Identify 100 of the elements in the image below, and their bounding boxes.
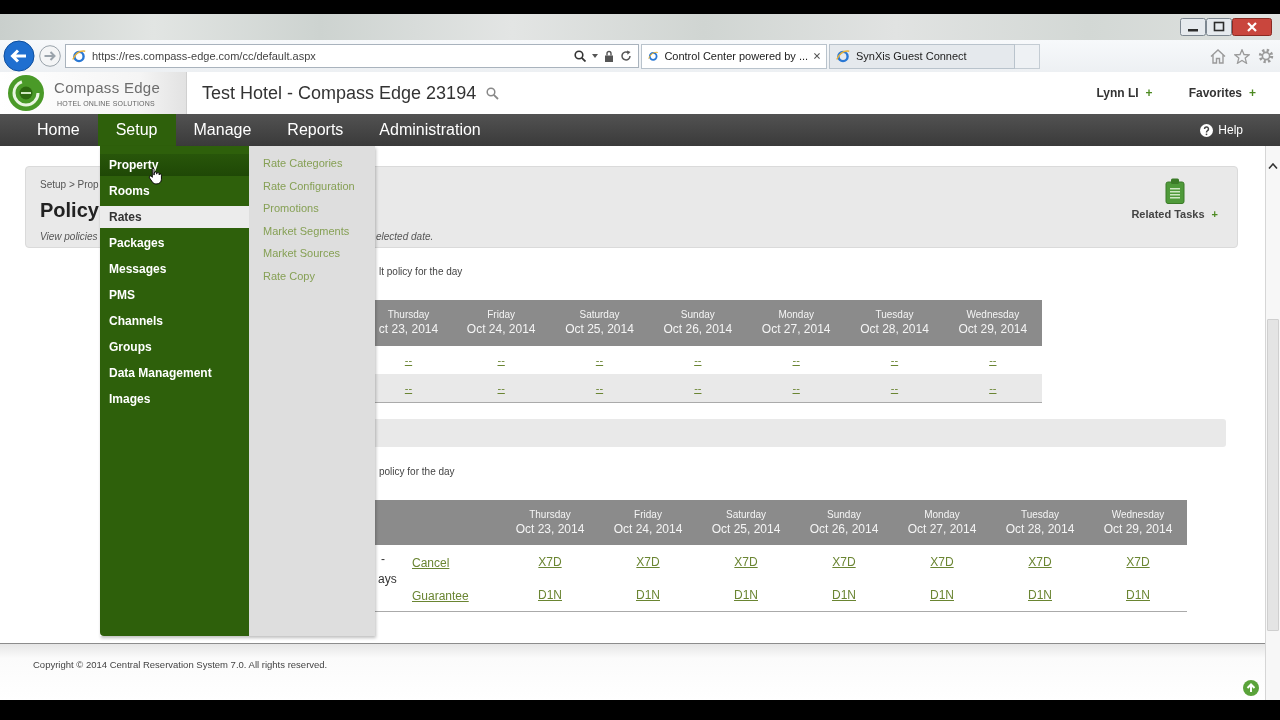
logo-text: Compass Edge xyxy=(54,78,161,96)
menu-item[interactable]: Messages xyxy=(100,258,249,280)
nav-tab[interactable]: Manage xyxy=(175,114,270,146)
browser-tab[interactable]: Control Center powered by ... xyxy=(641,43,827,69)
settings-icon[interactable] xyxy=(1258,48,1274,64)
table-link[interactable]: -- xyxy=(595,381,604,395)
policy-code-link[interactable]: X7D xyxy=(538,554,562,569)
cut-label-text: - xyxy=(381,551,386,568)
nav-tab[interactable]: Home xyxy=(19,114,98,146)
menu-item[interactable]: Rates xyxy=(100,206,249,228)
policy-type-link[interactable]: Cancel xyxy=(412,555,450,570)
day-label: Sunday xyxy=(680,309,715,321)
date-label: Oct 26, 2014 xyxy=(809,520,879,537)
search-icon[interactable] xyxy=(574,50,586,62)
policy-code-link[interactable]: X7D xyxy=(1028,554,1052,569)
related-tasks-button[interactable]: Related Tasks + xyxy=(1131,178,1218,247)
policy-code-link[interactable]: D1N xyxy=(930,587,954,602)
clipboard-icon xyxy=(1164,178,1185,204)
lock-icon xyxy=(604,50,614,62)
page-description: View policies xyxy=(40,230,99,245)
close-icon[interactable] xyxy=(814,52,820,60)
table-link[interactable]: -- xyxy=(404,381,413,395)
table-link[interactable]: -- xyxy=(989,381,997,395)
header-menu-link[interactable]: Lynn LI + xyxy=(1096,86,1153,100)
table-link[interactable]: -- xyxy=(497,381,505,395)
caret-icon[interactable] xyxy=(592,54,598,58)
up-arrow-icon[interactable] xyxy=(1243,680,1259,696)
home-icon[interactable] xyxy=(1210,48,1226,64)
menu-item[interactable]: Images xyxy=(100,388,249,410)
date-label: Oct 25, 2014 xyxy=(711,520,781,537)
breadcrumb: Setup > Prop xyxy=(40,178,100,192)
date-label: Oct 27, 2014 xyxy=(907,520,977,537)
menu-item[interactable]: Groups xyxy=(100,336,249,358)
menu-item[interactable]: Rooms xyxy=(100,180,249,202)
scroll-up-icon[interactable] xyxy=(1268,163,1278,169)
table-link[interactable]: -- xyxy=(792,381,800,395)
table-link[interactable]: -- xyxy=(792,353,800,367)
refresh-icon[interactable] xyxy=(620,50,632,62)
day-label: Thursday xyxy=(529,508,571,521)
menu-item[interactable]: Data Management xyxy=(100,362,249,384)
day-label: Monday xyxy=(778,309,814,321)
date-label: Oct 28, 2014 xyxy=(860,321,929,337)
day-label: Wednesday xyxy=(966,309,1020,321)
policy-code-link[interactable]: X7D xyxy=(636,554,660,569)
back-icon[interactable] xyxy=(3,40,35,72)
date-label: Oct 29, 2014 xyxy=(1103,520,1173,537)
day-label: Monday xyxy=(924,508,960,521)
policy-code-link[interactable]: D1N xyxy=(538,587,562,602)
policy-code-link[interactable]: X7D xyxy=(832,554,856,569)
policy-code-link[interactable]: D1N xyxy=(832,587,856,602)
menu-item[interactable]: Channels xyxy=(100,310,249,332)
date-label: Oct 29, 2014 xyxy=(958,321,1028,337)
policy-code-link[interactable]: D1N xyxy=(1028,587,1052,602)
table-link[interactable]: -- xyxy=(595,353,604,367)
table-link[interactable]: -- xyxy=(694,381,702,395)
browser-tab[interactable]: SynXis Guest Connect xyxy=(829,43,1015,69)
table-link[interactable]: -- xyxy=(404,353,413,367)
site-icon xyxy=(836,49,850,63)
menu-item[interactable]: PMS xyxy=(100,284,249,306)
hotel-title: Test Hotel - Compass Edge 23194 xyxy=(202,82,477,104)
menu-item[interactable]: Property xyxy=(100,154,249,176)
minimize-icon[interactable] xyxy=(1180,18,1206,36)
table-link[interactable]: -- xyxy=(890,353,899,367)
day-label: Friday xyxy=(634,508,662,521)
policy-code-link[interactable]: X7D xyxy=(734,554,758,569)
section-note: lt policy for the day xyxy=(379,266,464,278)
day-label: Wednesday xyxy=(1111,508,1165,521)
menu-item[interactable]: Packages xyxy=(100,232,249,254)
nav-tab[interactable]: Administration xyxy=(361,114,499,146)
day-label: Sunday xyxy=(827,508,861,521)
table-link[interactable]: -- xyxy=(989,353,997,367)
table-link[interactable]: -- xyxy=(497,353,505,367)
page-title: Policy xyxy=(40,197,100,223)
policy-type-link[interactable]: Guarantee xyxy=(412,588,469,603)
maximize-icon[interactable] xyxy=(1206,18,1232,36)
date-label: Oct 24, 2014 xyxy=(466,321,536,337)
day-label: Saturday xyxy=(579,309,620,321)
page-description: elected date. xyxy=(376,230,435,245)
scrollbar[interactable] xyxy=(1265,146,1280,700)
table-link[interactable]: -- xyxy=(890,381,899,395)
policy-code-link[interactable]: X7D xyxy=(1126,554,1150,569)
nav-tab[interactable]: Setup xyxy=(97,114,176,146)
address-field[interactable]: https://res.compass-edge.com/cc/default.aspx xyxy=(65,44,639,68)
policy-code-link[interactable]: D1N xyxy=(734,587,758,602)
copyright-text: Copyright © 2014 Central Reservation System 7.0. All rights reserved. xyxy=(33,659,328,670)
header-menu-link[interactable]: Favorites + xyxy=(1188,86,1256,100)
policy-code-link[interactable]: D1N xyxy=(636,587,660,602)
close-icon[interactable] xyxy=(1232,18,1272,36)
nav-tab[interactable]: Reports xyxy=(269,114,362,146)
help-icon xyxy=(1200,123,1214,137)
scrollbar-thumb[interactable] xyxy=(1267,319,1279,631)
site-icon xyxy=(648,49,659,63)
policy-code-link[interactable]: D1N xyxy=(1126,587,1150,602)
forward-icon[interactable] xyxy=(39,45,61,67)
date-label: ct 23, 2014 xyxy=(378,321,439,337)
policy-code-link[interactable]: X7D xyxy=(930,554,954,569)
star-icon[interactable] xyxy=(1234,48,1250,64)
help-button[interactable]: Help xyxy=(1200,114,1243,146)
table-link[interactable]: -- xyxy=(694,353,702,367)
date-label: Oct 26, 2014 xyxy=(663,321,733,337)
